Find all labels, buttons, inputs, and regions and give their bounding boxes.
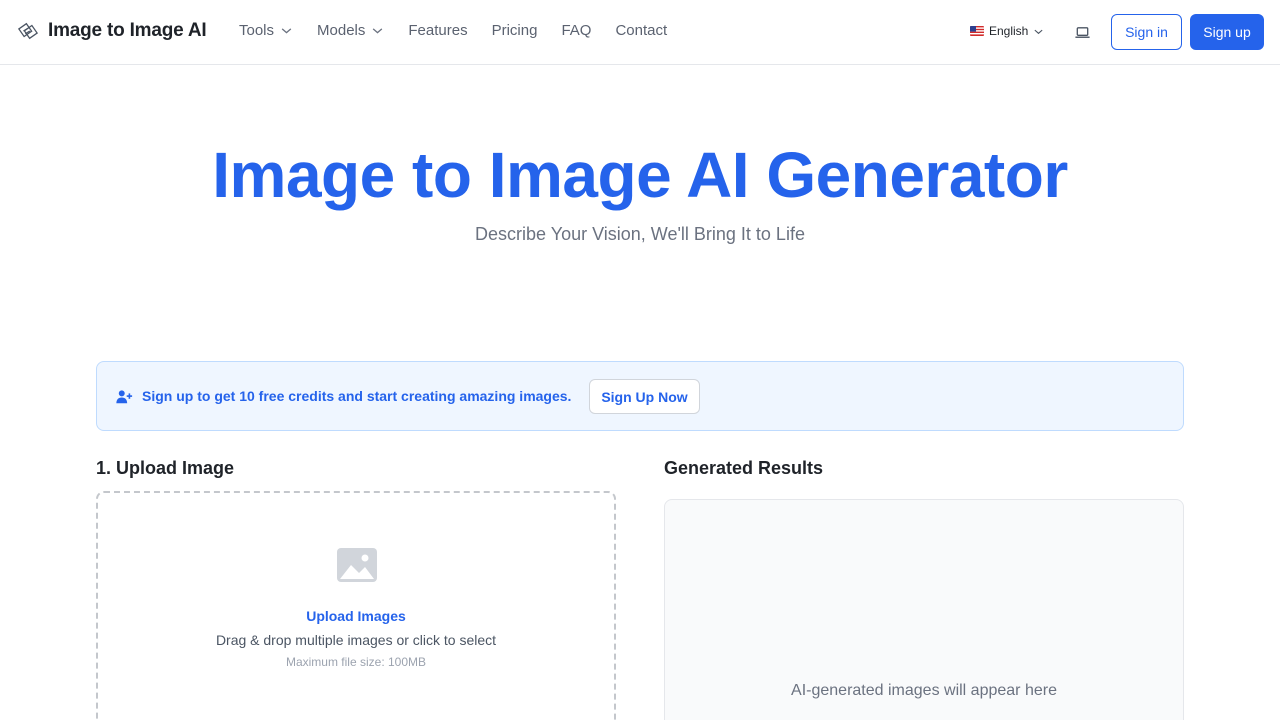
hero-subtitle: Describe Your Vision, We'll Bring It to …	[475, 224, 805, 244]
brand-name: Image to Image AI	[48, 20, 207, 41]
signup-banner: Sign up to get 10 free credits and start…	[96, 361, 1184, 431]
image-dropzone[interactable]: Upload Images Drag & drop multiple image…	[96, 491, 616, 720]
upload-description: Drag & drop multiple images or click to …	[215, 632, 497, 648]
upload-section-heading: 1. Upload Image	[96, 458, 235, 478]
nav-contact-link[interactable]: Contact	[615, 22, 667, 39]
results-placeholder-text: AI-generated images will appear here	[791, 682, 1057, 699]
upload-images-link[interactable]: Upload Images	[98, 608, 614, 624]
signup-banner-text: Sign up to get 10 free credits and start…	[142, 388, 572, 404]
image-placeholder-icon	[337, 548, 377, 582]
laptop-icon[interactable]	[1074, 24, 1091, 41]
top-header: Image to Image AI Tools Models Features …	[0, 0, 1280, 65]
results-section-heading: Generated Results	[664, 458, 824, 478]
brand-logo-icon	[17, 22, 39, 40]
chevron-down-icon	[281, 28, 292, 34]
sign-up-now-button[interactable]: Sign Up Now	[589, 379, 700, 414]
nav-tools-dropdown[interactable]: Tools	[239, 22, 293, 39]
chevron-down-icon	[373, 28, 383, 34]
nav-features-link[interactable]: Features	[408, 22, 467, 39]
sign-in-button[interactable]: Sign in	[1111, 14, 1182, 50]
results-panel: AI-generated images will appear here	[664, 499, 1184, 720]
nav-models-dropdown[interactable]: Models	[317, 22, 384, 39]
hero-title: Image to Image AI Generator	[212, 139, 1068, 211]
nav-models-label: Models	[317, 22, 366, 39]
brand-logo-link[interactable]: Image to Image AI	[17, 20, 207, 42]
language-label: English	[989, 24, 1029, 38]
language-selector[interactable]: English	[970, 24, 1044, 38]
upload-max-size: Maximum file size: 100MB	[285, 655, 427, 669]
sign-up-button[interactable]: Sign up	[1190, 14, 1264, 50]
nav-faq-link[interactable]: FAQ	[561, 22, 591, 39]
user-plus-icon	[116, 390, 133, 404]
nav-tools-label: Tools	[239, 22, 275, 39]
nav-pricing-link[interactable]: Pricing	[492, 22, 538, 39]
us-flag-icon	[970, 26, 984, 36]
main-nav: Tools Models Features Pricing FAQ Contac…	[239, 22, 667, 39]
chevron-down-icon	[1034, 29, 1043, 34]
